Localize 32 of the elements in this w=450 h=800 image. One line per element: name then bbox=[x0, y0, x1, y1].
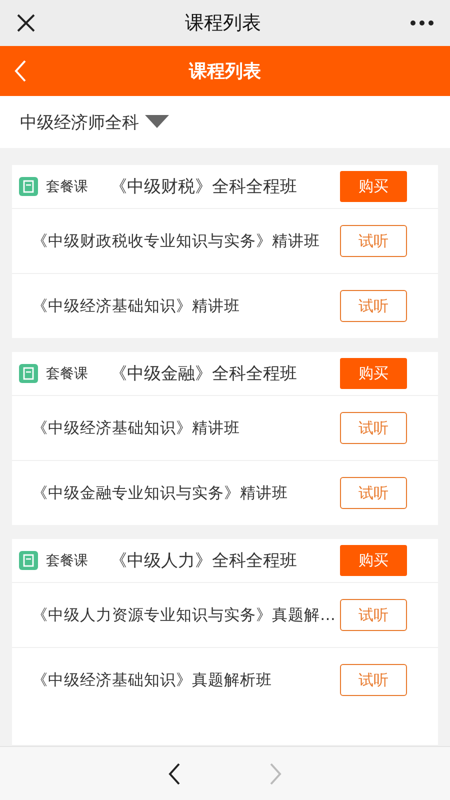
course-title: 《中级财政税收专业知识与实务》精讲班 bbox=[32, 230, 321, 252]
window-title: 课程列表 bbox=[185, 11, 261, 36]
back-icon[interactable] bbox=[14, 60, 26, 82]
page-title: 课程列表 bbox=[189, 60, 261, 83]
category-dropdown[interactable]: 中级经济师全科 bbox=[20, 110, 139, 134]
close-icon[interactable] bbox=[16, 13, 36, 33]
trial-button[interactable]: 试听 bbox=[340, 412, 407, 444]
package-label: 套餐课 bbox=[46, 178, 88, 196]
navigate-back-icon[interactable] bbox=[168, 762, 180, 784]
course-title: 《中级经济基础知识》精讲班 bbox=[32, 418, 241, 438]
trial-button[interactable]: 试听 bbox=[340, 664, 407, 696]
dropdown-caret-icon[interactable] bbox=[145, 115, 169, 129]
trial-button[interactable]: 试听 bbox=[340, 599, 407, 631]
package-title: 《中级财税》全科全程班 bbox=[110, 176, 298, 198]
buy-button[interactable]: 购买 bbox=[340, 171, 407, 202]
package-label: 套餐课 bbox=[46, 364, 88, 382]
book-icon bbox=[19, 551, 38, 570]
buy-button[interactable]: 购买 bbox=[340, 545, 407, 576]
trial-button[interactable]: 试听 bbox=[340, 225, 407, 257]
course-title: 《中级经济基础知识》真题解析班 bbox=[32, 670, 273, 690]
buy-button[interactable]: 购买 bbox=[340, 358, 407, 389]
trial-button[interactable]: 试听 bbox=[340, 477, 407, 509]
book-icon bbox=[19, 364, 38, 383]
book-icon bbox=[19, 177, 38, 196]
more-icon[interactable] bbox=[410, 20, 434, 26]
course-title: 《中级金融专业知识与实务》精讲班 bbox=[32, 482, 289, 504]
course-title: 《中级人力资源专业知识与实务》真题解… bbox=[32, 604, 336, 626]
package-title: 《中级金融》全科全程班 bbox=[110, 363, 298, 385]
trial-button[interactable]: 试听 bbox=[340, 290, 407, 322]
package-title: 《中级人力》全科全程班 bbox=[110, 550, 298, 572]
course-title: 《中级经济基础知识》精讲班 bbox=[32, 296, 241, 316]
package-label: 套餐课 bbox=[46, 552, 88, 570]
